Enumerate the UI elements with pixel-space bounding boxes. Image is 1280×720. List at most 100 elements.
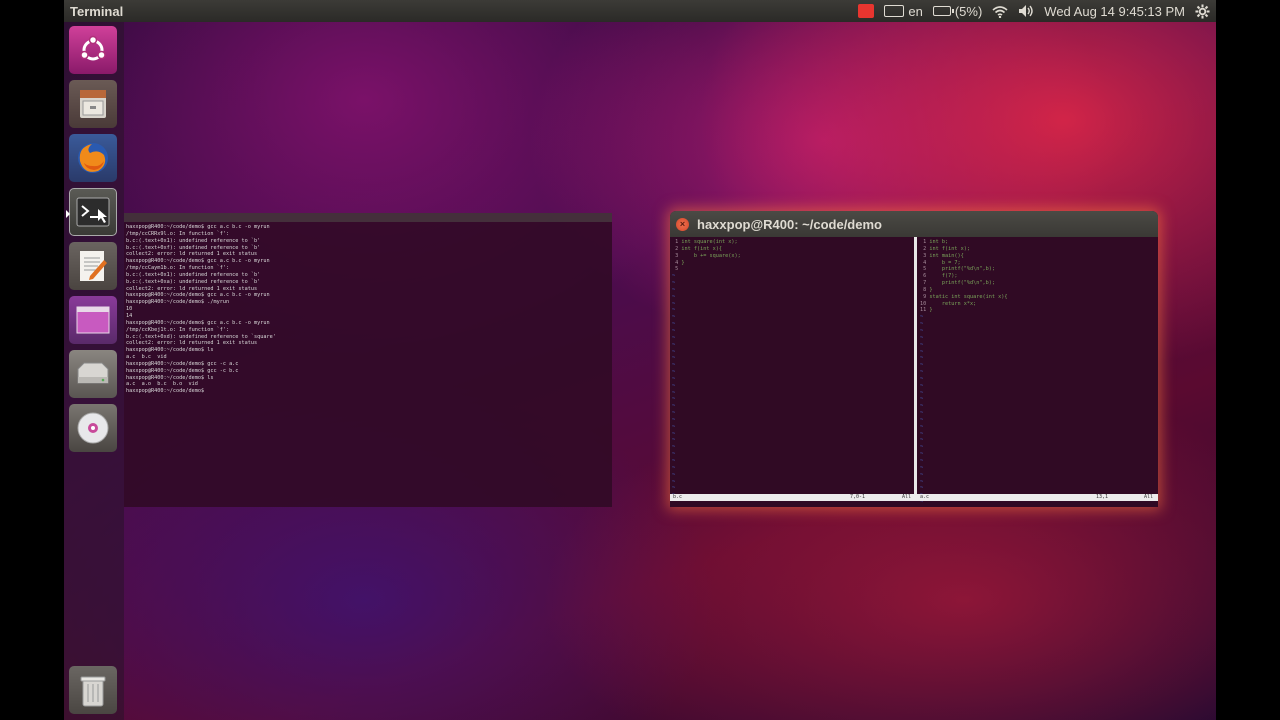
dvd-icon: [77, 412, 109, 444]
empty-line-marker: ~: [672, 321, 676, 328]
code-text: int main(){: [929, 252, 964, 259]
drive-icon: [77, 362, 109, 384]
launcher-item-dvd[interactable]: [69, 404, 117, 452]
code-line: 2 int f(int x){: [672, 246, 912, 253]
empty-line-marker: ~: [920, 437, 924, 444]
empty-line-marker: ~: [672, 327, 676, 334]
empty-line-marker: ~: [672, 430, 676, 437]
window-titlebar[interactable]: × haxxpop@R400: ~/code/demo: [670, 211, 1158, 237]
close-icon[interactable]: ×: [676, 217, 689, 231]
vim-editor[interactable]: 1 int square(int x); 2 int f(int x){ 3 b…: [670, 237, 1158, 507]
terminal-line: collect2: error: ld returned 1 exit stat…: [126, 251, 258, 258]
terminal-line: haxxpop@R400:~/code/demo$ ./myrun: [126, 299, 230, 306]
empty-line-marker: ~: [672, 362, 676, 369]
status-right-scroll: All: [1144, 494, 1154, 500]
empty-line-marker: ~: [672, 423, 676, 430]
record-indicator-icon[interactable]: [858, 4, 875, 18]
terminal-icon: [76, 197, 110, 227]
terminal-line: haxxpop@R400:~/code/demo$ gcc a.c b.c -o…: [126, 258, 270, 265]
empty-line-marker: ~: [920, 396, 924, 403]
launcher-item-terminal[interactable]: [66, 188, 117, 236]
empty-line-marker: ~: [672, 334, 676, 341]
gear-icon: [1195, 3, 1210, 19]
battery-icon: [932, 6, 954, 16]
empty-line-marker: ~: [920, 382, 924, 389]
empty-line-marker: ~: [920, 314, 924, 321]
empty-line-marker: ~: [672, 375, 676, 382]
empty-line-marker: ~: [920, 334, 924, 341]
running-pip-icon: [66, 210, 70, 218]
empty-line-marker: ~: [672, 416, 676, 423]
empty-line-marker: ~: [672, 437, 676, 444]
line-number: 8: [920, 286, 930, 293]
code-text: static int square(int x){: [929, 293, 1008, 300]
status-left-scroll: All: [902, 494, 912, 500]
wifi-indicator[interactable]: [992, 5, 1008, 18]
code-line: 11 }: [920, 307, 1156, 314]
empty-line-marker: ~: [672, 451, 676, 458]
line-number: 10: [920, 300, 930, 307]
terminal-line: /tmp/ccCaym1b.o: In function `f':: [126, 265, 230, 272]
launcher-item-workspaces[interactable]: [69, 296, 117, 344]
clock[interactable]: Wed Aug 14 9:45:13 PM: [1044, 4, 1185, 19]
code-line: 4 b = 7;: [920, 260, 1156, 267]
empty-line-marker: ~: [672, 410, 676, 417]
terminal-line: haxxpop@R400:~/code/demo$ gcc -c b.c: [126, 367, 239, 374]
empty-line-marker: ~: [920, 348, 924, 355]
launcher-item-drive[interactable]: [69, 350, 117, 398]
line-number: 4: [920, 259, 930, 266]
vim-statusline: b.c 7,0-1 All a.c 13,1 All: [670, 494, 1158, 501]
launcher-item-text-editor[interactable]: [69, 242, 117, 290]
terminal-window-focused[interactable]: × haxxpop@R400: ~/code/demo 1 int square…: [670, 211, 1158, 507]
line-number: 1: [920, 239, 930, 245]
empty-line-marker: ~: [672, 382, 676, 389]
empty-line-marker: ~: [672, 293, 676, 300]
session-menu[interactable]: [1195, 3, 1210, 19]
terminal-window-background[interactable]: haxxpop@R400:~/code/demo$ gcc a.c b.c -o…: [124, 213, 612, 507]
empty-line-marker: ~: [672, 369, 676, 376]
terminal-line: 10: [126, 306, 133, 313]
firefox-icon: [78, 143, 108, 173]
terminal-line: haxxpop@R400:~/code/demo$ gcc a.c b.c -o…: [126, 224, 270, 230]
code-text: b += square(x);: [681, 252, 741, 259]
code-line: 4 }: [672, 260, 912, 267]
window-title: haxxpop@R400: ~/code/demo: [697, 216, 882, 232]
code-line: 3 b += square(x);: [672, 253, 912, 260]
code-text: }: [929, 286, 933, 293]
empty-line-marker: ~: [920, 375, 924, 382]
empty-line-marker: ~: [672, 444, 676, 451]
terminal-output[interactable]: haxxpop@R400:~/code/demo$ gcc a.c b.c -o…: [124, 222, 612, 397]
status-left-file: b.c: [673, 494, 683, 500]
empty-line-marker: ~: [920, 478, 924, 485]
status-right-pos: 13,1: [1096, 494, 1109, 500]
code-line: 8 }: [920, 287, 1156, 294]
line-number: 11: [920, 307, 930, 314]
code-line: 5: [672, 266, 912, 273]
battery-indicator[interactable]: (5%): [932, 4, 982, 19]
terminal-line: a.c b.c vid: [126, 354, 167, 361]
terminal-line: haxxpop@R400:~/code/demo$ gcc -c a.c: [126, 360, 239, 367]
wifi-icon: [992, 5, 1008, 18]
keyboard-indicator[interactable]: en: [884, 3, 923, 19]
launcher-item-dash[interactable]: [69, 26, 117, 74]
code-line: 2 int f(int x);: [920, 246, 1156, 253]
code-text: }: [681, 259, 685, 266]
launcher-item-firefox[interactable]: [69, 134, 117, 182]
window-titlebar[interactable]: [124, 213, 612, 222]
empty-line-marker: ~: [672, 314, 676, 321]
empty-line-marker: ~: [920, 327, 924, 334]
vim-pane-right[interactable]: 1 int b; 2 int f(int x); 3 int main(){ 4…: [920, 237, 1156, 507]
keyboard-layout-label: en: [908, 3, 923, 19]
line-number: 1: [672, 239, 682, 245]
empty-line-marker: ~: [920, 341, 924, 348]
empty-line-marker: ~: [920, 464, 924, 471]
vim-pane-left[interactable]: 1 int square(int x); 2 int f(int x){ 3 b…: [672, 237, 912, 498]
launcher-item-trash[interactable]: [69, 666, 117, 714]
empty-line-marker: ~: [672, 286, 676, 293]
empty-line-marker: ~: [920, 444, 924, 451]
volume-indicator[interactable]: [1018, 4, 1034, 18]
code-text: }: [929, 307, 933, 314]
line-number: 4: [672, 259, 682, 266]
launcher-item-files[interactable]: [69, 80, 117, 128]
code-text: int b;: [929, 239, 949, 245]
